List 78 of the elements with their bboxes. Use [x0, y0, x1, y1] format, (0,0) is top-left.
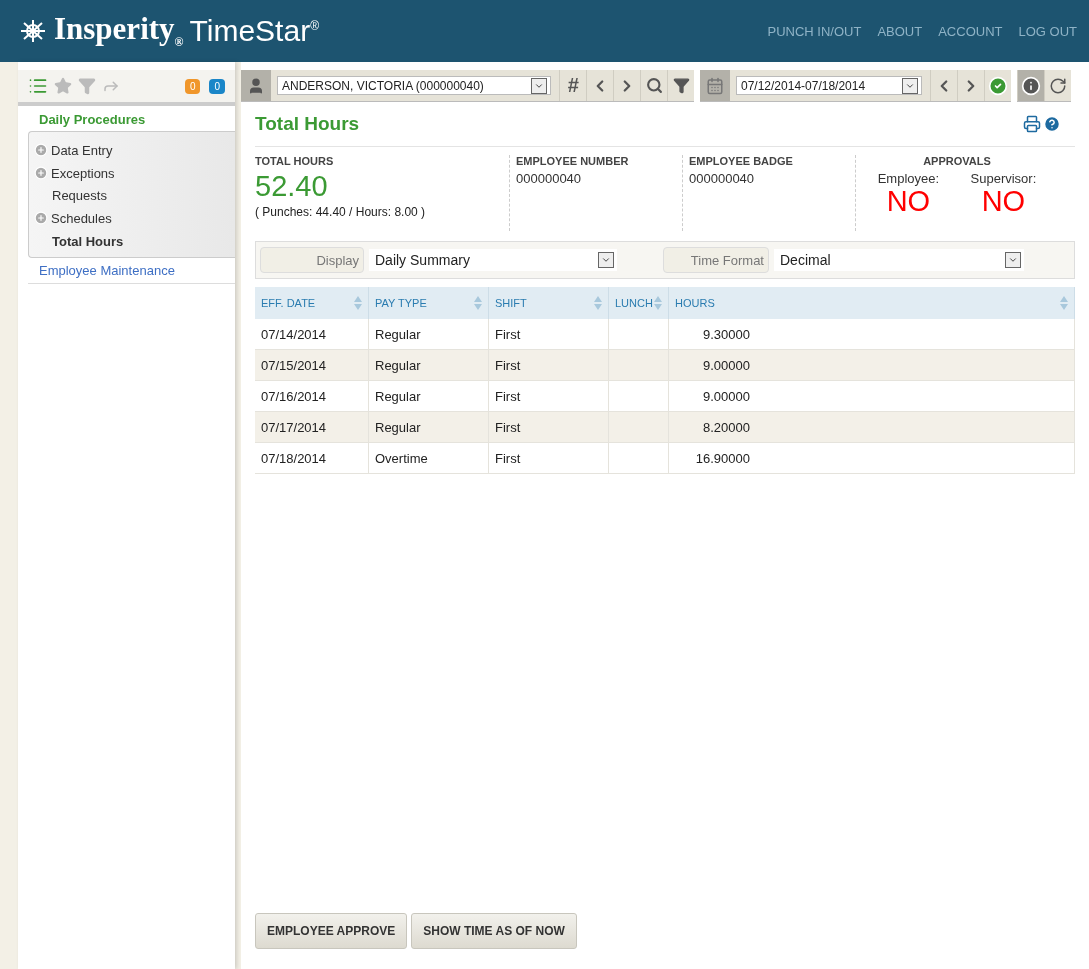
table-cell: 9.30000 [668, 319, 1075, 350]
menu-item[interactable]: Requests [29, 184, 235, 208]
caret-icon [1008, 255, 1018, 265]
table-cell: Regular [368, 411, 489, 443]
dropdown-button[interactable] [902, 77, 918, 94]
table-cell: Regular [368, 319, 489, 350]
menu-item[interactable]: Exceptions [29, 161, 235, 185]
table-cell: 8.20000 [668, 411, 1075, 443]
brand-logo: Insperity$_{®}$ [54, 11, 184, 51]
table-cell: Regular [368, 380, 489, 412]
field-label: APPROVALS [922, 155, 992, 167]
approval-label: Employee: [877, 171, 940, 186]
table-cell: 9.00000 [668, 349, 1075, 381]
approval-status: NO [886, 186, 931, 216]
table-cell: 16.90000 [668, 442, 1075, 474]
hours-breakdown: ( Punches: 44.40 / Hours: 8.00 ) [255, 205, 427, 219]
action-button[interactable]: SHOW TIME AS OF NOW [411, 913, 577, 949]
approval-label: Supervisor: [970, 171, 1037, 186]
print-icon[interactable] [1023, 115, 1041, 133]
info-button[interactable] [1017, 70, 1044, 101]
info-icon [1021, 75, 1041, 96]
dropdown-button[interactable] [598, 252, 614, 268]
field-label: EMPLOYEE NUMBER [516, 155, 630, 167]
nav-link[interactable]: PUNCH IN/OUT [767, 23, 862, 39]
caret-icon [601, 255, 611, 265]
field-label: TOTAL HOURS [255, 155, 335, 167]
column-header[interactable]: EFF. DATE [255, 287, 369, 319]
column-header[interactable]: SHIFT [488, 287, 609, 319]
table-cell: 9.00000 [668, 380, 1075, 412]
table-cell: First [488, 380, 609, 412]
logo-icon [18, 18, 48, 44]
filter-label: Time Format [663, 247, 769, 273]
filter-select[interactable]: Decimal [774, 249, 1024, 271]
nav-link[interactable]: ACCOUNT [938, 23, 1003, 39]
table-cell: 07/15/2014 [255, 349, 369, 381]
date-range-select[interactable]: 07/12/2014-07/18/2014 [736, 76, 922, 95]
filter-select[interactable]: Daily Summary [369, 249, 617, 271]
table-cell: Regular [368, 349, 489, 381]
group-title[interactable]: Daily Procedures [18, 106, 235, 131]
dropdown-button[interactable] [1005, 252, 1021, 268]
table-cell: Overtime [368, 442, 489, 474]
person-icon [247, 76, 265, 95]
page-title: Total Hours [255, 113, 360, 135]
table-cell: First [488, 411, 609, 443]
action-button[interactable]: EMPLOYEE APPROVE [255, 913, 408, 949]
search-icon [645, 77, 663, 94]
column-header[interactable]: PAY TYPE [368, 287, 489, 319]
field-value: 000000040 [689, 171, 756, 186]
check-icon [988, 75, 1008, 96]
approval-status: NO [981, 186, 1026, 216]
total-hours-value: 52.40 [255, 171, 329, 201]
table-cell: 07/14/2014 [255, 319, 369, 350]
filter-icon [672, 77, 690, 94]
menu-item[interactable]: Total Hours [29, 229, 235, 253]
table-cell: First [488, 319, 609, 350]
table-cell: 07/16/2014 [255, 380, 369, 412]
help-icon[interactable] [1043, 115, 1061, 133]
table-cell: 07/17/2014 [255, 411, 369, 443]
column-header[interactable]: LUNCH [608, 287, 669, 319]
nav-link[interactable]: ABOUT [877, 23, 923, 39]
table-cell: 07/18/2014 [255, 442, 369, 474]
employee-select[interactable]: ANDERSON, VICTORIA (000000040) [277, 76, 551, 95]
field-value: 000000040 [516, 171, 583, 186]
field-label: EMPLOYEE BADGE [689, 155, 794, 167]
menu-item[interactable]: Data Entry [29, 139, 235, 162]
refresh-icon [1049, 76, 1067, 95]
column-header[interactable]: HOURS [668, 287, 1075, 319]
table-cell: First [488, 349, 609, 381]
table-cell: First [488, 442, 609, 474]
dropdown-button[interactable] [531, 77, 547, 94]
menu-icon[interactable] [28, 76, 48, 96]
product-logo: TimeStar$^{®}$ [189, 14, 319, 48]
nav-link[interactable]: LOG OUT [1018, 23, 1077, 39]
filter-label: Display [260, 247, 364, 273]
star-icon[interactable] [54, 77, 72, 95]
count-badge[interactable]: 0 [209, 78, 225, 94]
menu-link[interactable]: Employee Maintenance [28, 258, 235, 285]
menu-item[interactable]: Schedules [29, 207, 235, 230]
